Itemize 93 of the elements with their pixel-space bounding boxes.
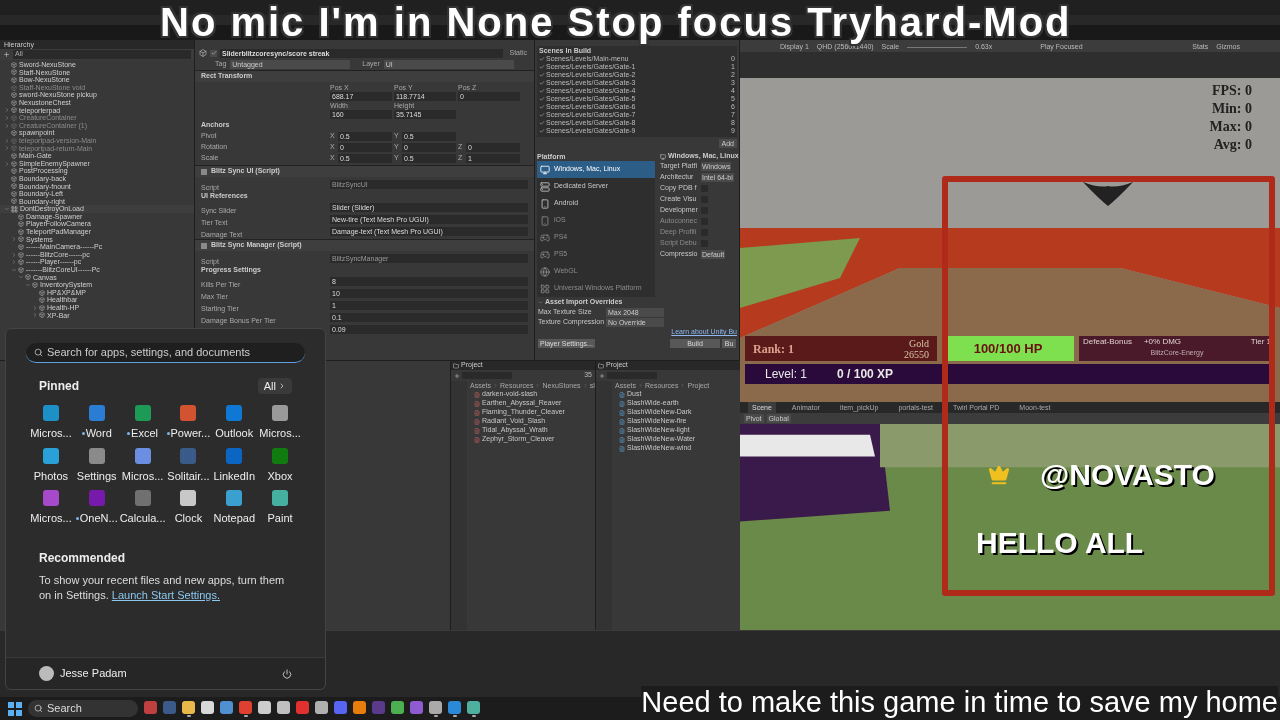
fps-stat: FPS: 0 — [1211, 82, 1252, 100]
app-label[interactable]: Photos — [33, 467, 69, 484]
search-icon — [34, 704, 43, 713]
app-icon[interactable] — [353, 700, 366, 714]
file-icon — [474, 400, 480, 407]
chevron-icon — [278, 382, 286, 390]
add-icon[interactable] — [599, 372, 605, 379]
folder-icon — [453, 362, 459, 369]
app-icon[interactable] — [391, 700, 404, 714]
app-label[interactable]: Power... — [170, 425, 211, 442]
all-apps-button[interactable]: All — [257, 377, 292, 395]
stream-title: No mic I'm in None Stop focus Tryhard-Mod — [160, 0, 1072, 44]
bonus-value: +0% DMG — [1143, 336, 1182, 348]
add-icon[interactable] — [454, 372, 460, 379]
app-icon[interactable] — [429, 700, 442, 714]
app-icon[interactable] — [272, 490, 289, 506]
file-icon — [619, 436, 625, 443]
section-title: Recommended — [39, 549, 127, 567]
app-label[interactable]: Micros... — [30, 425, 72, 442]
file-icon — [474, 409, 480, 416]
file-icon — [474, 418, 480, 425]
server-icon — [540, 181, 550, 192]
avatar-icon — [39, 666, 54, 681]
app-icon[interactable] — [220, 700, 233, 714]
app-label[interactable]: Excel — [131, 425, 158, 442]
file-icon — [619, 445, 625, 452]
active-checkbox[interactable] — [210, 49, 217, 57]
monitor-icon — [660, 153, 666, 160]
app-icon[interactable] — [315, 700, 328, 714]
app-icon[interactable] — [258, 700, 271, 714]
app-icon[interactable] — [201, 700, 214, 714]
phone-icon — [540, 215, 550, 226]
file-icon — [619, 418, 625, 425]
gamepad-icon — [540, 232, 550, 243]
app-label[interactable]: Micros... — [30, 510, 72, 527]
level-label: Level: 1 — [765, 366, 808, 383]
app-label[interactable]: OneN... — [79, 510, 118, 527]
recommended-text: To show your recent files and new apps, turn them on in Settings. Launch Start Settings. — [39, 572, 286, 603]
currency-amount: 26550 — [904, 348, 929, 360]
globe-icon — [540, 266, 550, 277]
settings-link[interactable]: Launch Start Settings. — [111, 588, 220, 601]
search-field[interactable]: Search for apps, settings, and documents — [26, 343, 305, 363]
search-label: Search — [47, 701, 82, 717]
hp-text: 100/100 HP — [973, 339, 1043, 358]
grid-icon — [540, 283, 550, 294]
phone-icon — [540, 198, 550, 209]
app-label[interactable]: Micros... — [259, 425, 301, 442]
rank-label: Rank: 1 — [753, 340, 794, 358]
app-label[interactable]: LinkedIn — [213, 467, 256, 484]
app-label[interactable]: Xbox — [267, 467, 293, 484]
monitor-icon — [540, 164, 550, 175]
user-name[interactable]: Jesse Padam — [60, 665, 127, 682]
cube-icon — [199, 49, 207, 57]
app-label[interactable]: Settings — [76, 467, 117, 484]
power-icon[interactable] — [282, 668, 292, 679]
app-label[interactable]: Micros... — [121, 467, 164, 484]
app-label[interactable]: Notepad — [213, 510, 256, 527]
file-icon — [474, 427, 480, 434]
windows-start-icon[interactable] — [8, 701, 22, 716]
scene-icon — [11, 205, 18, 213]
folder-icon — [598, 362, 604, 369]
stream-handle: @NOVASTO — [1040, 457, 1215, 493]
search-icon — [34, 348, 43, 357]
app-icon[interactable] — [277, 700, 290, 714]
app-label[interactable]: Clock — [174, 510, 203, 527]
app-label[interactable]: Paint — [267, 510, 293, 527]
add-icon[interactable] — [3, 51, 10, 58]
app-icon[interactable] — [180, 490, 197, 506]
file-icon — [474, 391, 480, 398]
fps-stat: Avg: 0 — [1213, 136, 1252, 154]
app-label[interactable]: Word — [85, 425, 112, 442]
app-label[interactable]: Calcula... — [119, 510, 166, 527]
app-label[interactable]: Outlook — [215, 425, 254, 442]
crown-icon — [988, 463, 1010, 486]
app-label[interactable]: Solitair... — [167, 467, 210, 484]
stream-caption: Need to make this game in time to save my home — [641, 686, 1278, 718]
file-icon — [619, 427, 625, 434]
file-icon — [619, 409, 625, 416]
fps-stat: Max: 0 — [1209, 118, 1252, 136]
gamepad-icon — [540, 249, 550, 260]
stream-message: HELLO ALL — [976, 525, 1144, 561]
bonus-label: Defeat-Bonus — [1083, 336, 1132, 348]
file-icon — [619, 391, 625, 398]
taskbar-search[interactable]: Search — [28, 700, 138, 717]
app-icon[interactable] — [467, 700, 480, 714]
file-icon — [619, 400, 625, 407]
file-icon — [474, 436, 480, 443]
xp-text: 0 / 100 XP — [837, 366, 894, 383]
section-title: Pinned — [39, 378, 79, 395]
fps-stat: Min: 0 — [1211, 100, 1252, 118]
app-icon[interactable] — [182, 700, 195, 714]
currency-label: Gold — [909, 337, 929, 349]
app-icon[interactable] — [272, 405, 289, 421]
